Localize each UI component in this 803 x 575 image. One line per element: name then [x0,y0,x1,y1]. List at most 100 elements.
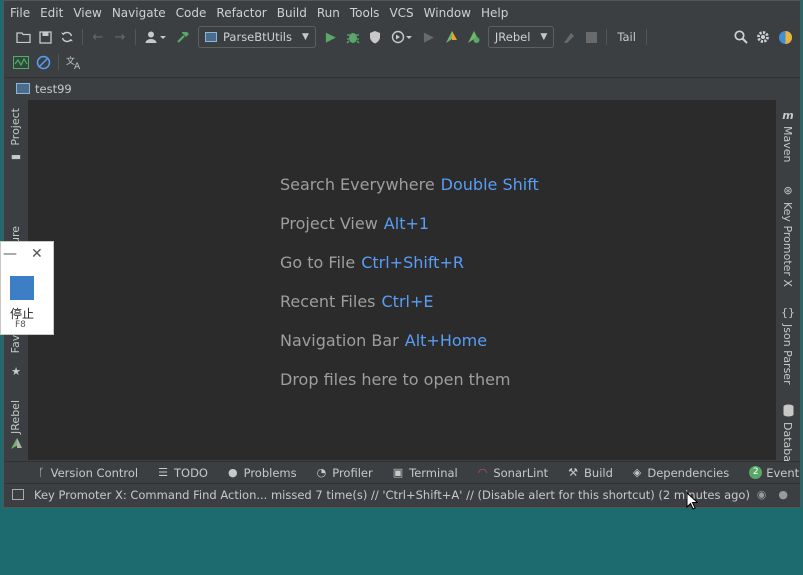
key-promoter-tool-tab[interactable]: Key Promoter X [781,202,794,287]
tail-button[interactable]: Tail [617,30,636,44]
tab-label: Build [584,465,613,480]
hint-label: Drop files here to open them [280,370,511,389]
menu-refactor[interactable]: Refactor [216,6,266,20]
menu-code[interactable]: Code [176,6,207,20]
maven-tool-tab[interactable]: Maven [781,126,794,162]
hammer-disabled-icon[interactable] [558,26,580,48]
status-bar: Key Promoter X: Command Find Action... m… [4,483,800,505]
hint-shortcut: Ctrl+Shift+R [361,253,464,272]
database-tool-tab[interactable]: Databa [781,422,794,462]
main-toolbar: ← → ParseBtUtils ▼ ▶ ▶ JRebel ▼ Tail [4,25,800,49]
plugin-logo-icon[interactable] [774,26,796,48]
menu-build[interactable]: Build [277,6,307,20]
tab-label: Version Control [50,465,139,480]
user-dropdown-icon[interactable] [140,26,172,48]
sync-icon[interactable] [56,26,78,48]
menu-navigate[interactable]: Navigate [112,6,166,20]
hint-search-everywhere: Search Everywhere Double Shift [280,175,539,194]
open-folder-icon[interactable] [12,26,34,48]
hint-shortcut: Double Shift [440,175,539,194]
build-hammer-icon[interactable] [172,26,194,48]
gear-icon[interactable] [752,26,774,48]
problems-tab[interactable]: ● Problems [228,466,297,480]
sonarlint-icon: ◠ [477,466,488,479]
run-icon[interactable]: ▶ [320,26,342,48]
run-disabled-icon[interactable]: ▶ [418,26,440,48]
secondary-toolbar: 文A [4,51,85,73]
menu-bar: File Edit View Navigate Code Refactor Bu… [4,3,518,23]
dependencies-tab[interactable]: ◈ Dependencies [633,466,729,480]
tab-label: Event Lo [766,465,803,480]
json-braces-icon: {} [781,306,795,319]
hint-label: Go to File [280,253,356,272]
eye-icon[interactable]: ◉ [757,488,767,501]
event-log-tab[interactable]: 2Event Lo [749,466,803,480]
folder-icon: ▬ [10,150,22,163]
stop-icon[interactable] [580,26,602,48]
star-icon: ★ [11,365,21,378]
build-tab[interactable]: ⚒ Build [568,466,613,480]
profiler-tab[interactable]: ◔ Profiler [317,466,373,480]
mouse-cursor-icon [686,491,699,513]
run-configuration-select[interactable]: ParseBtUtils ▼ [198,26,316,48]
stop-button[interactable] [10,276,34,300]
toolbar-separator [135,29,136,45]
editor-area[interactable]: Search Everywhere Double Shift Project Vi… [28,100,776,460]
menu-window[interactable]: Window [424,6,471,20]
coverage-shield-icon[interactable] [364,26,386,48]
todo-tab[interactable]: ☰ TODO [158,466,208,480]
navigation-bar: test99 [4,77,800,99]
notification-icon[interactable]: ● [778,488,788,501]
jrebel-tool-tab[interactable]: JRebel [9,400,22,434]
chevron-down-icon: ▼ [301,32,309,42]
json-parser-tool-tab[interactable]: Json Parser [781,324,794,385]
hint-label: Recent Files [280,292,376,311]
menu-tools[interactable]: Tools [350,6,380,20]
debug-bug-icon[interactable] [342,26,364,48]
project-breadcrumb[interactable]: test99 [35,82,72,96]
menu-edit[interactable]: Edit [40,6,63,20]
run-config-label: ParseBtUtils [223,30,292,44]
jrebel-combo-label: JRebel [494,30,531,44]
search-icon[interactable] [730,26,752,48]
profiler-icon: ◔ [316,466,327,479]
save-icon[interactable] [34,26,56,48]
block-icon[interactable] [32,51,54,73]
activity-monitor-icon[interactable] [10,51,32,73]
menu-file[interactable]: File [10,6,30,20]
hint-recent-files: Recent Files Ctrl+E [280,292,433,311]
menu-run[interactable]: Run [317,6,340,20]
hint-shortcut: Alt+1 [383,214,430,233]
event-log-badge: 2 [749,466,763,479]
floating-debug-panel: — ✕ 停止 F8 [0,241,54,335]
translate-icon[interactable]: 文A [63,51,85,73]
menu-vcs[interactable]: VCS [389,6,413,20]
tab-label: SonarLint [493,465,549,480]
project-tool-tab[interactable]: Project [9,108,22,146]
tab-label: Terminal [409,465,458,480]
back-arrow-icon[interactable]: ← [87,26,109,48]
database-icon [781,404,795,418]
minimize-icon[interactable]: — [3,246,17,262]
run-config-icon [205,32,217,42]
menu-view[interactable]: View [73,6,101,20]
version-control-tab[interactable]: ᚴ Version Control [38,466,138,480]
hammer-icon: ⚒ [568,466,579,479]
hint-drop-files: Drop files here to open them [280,370,511,389]
hint-label: Project View [280,214,378,233]
menu-help[interactable]: Help [481,6,508,20]
jrebel-debug-icon[interactable] [462,26,484,48]
status-message[interactable]: Key Promoter X: Command Find Action... m… [34,488,750,502]
tab-label: Problems [243,465,297,480]
jrebel-select[interactable]: JRebel ▼ [487,26,555,48]
terminal-tab[interactable]: ▣ Terminal [393,466,458,480]
sonarlint-tab[interactable]: ◠ SonarLint [478,466,548,480]
close-icon[interactable]: ✕ [31,246,43,262]
hint-shortcut: Alt+Home [404,331,488,350]
jrebel-logo-icon [9,437,23,451]
layers-icon: ◈ [632,466,642,479]
profile-dropdown-icon[interactable] [386,26,418,48]
forward-arrow-icon[interactable]: → [109,26,131,48]
layout-toggle-icon[interactable] [12,489,24,500]
jrebel-run-icon[interactable] [440,26,462,48]
